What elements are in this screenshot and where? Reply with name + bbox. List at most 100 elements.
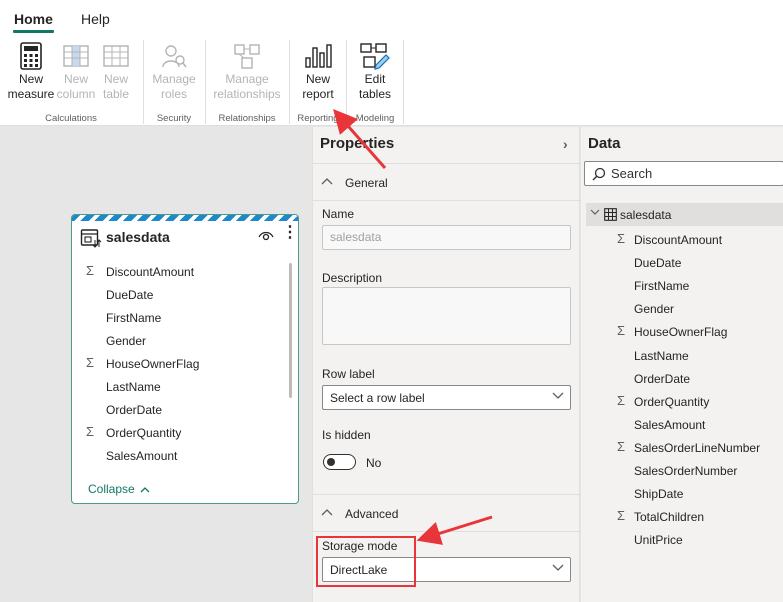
data-field-item[interactable]: SalesAmount xyxy=(634,418,705,432)
sigma-icon: Σ xyxy=(617,392,626,408)
chevron-down-icon xyxy=(552,389,564,404)
data-title: Data xyxy=(588,135,621,152)
card-field[interactable]: HouseOwnerFlag xyxy=(106,357,199,371)
group-label-reporting: Reporting xyxy=(297,113,339,124)
row-label-select[interactable]: Select a row label xyxy=(322,385,571,410)
collapse-pane-icon[interactable]: › xyxy=(563,136,568,152)
card-header-stripe xyxy=(72,215,298,221)
data-field-item[interactable]: ShipDate xyxy=(634,487,683,501)
is-hidden-label: Is hidden xyxy=(322,428,371,442)
advanced-section-label: Advanced xyxy=(345,507,399,521)
bar-chart-icon xyxy=(305,44,332,68)
new-table-label-2: table xyxy=(102,87,130,101)
data-field-item[interactable]: DiscountAmount xyxy=(634,233,722,247)
tab-home[interactable]: Home xyxy=(13,11,54,33)
table-grid-icon xyxy=(103,45,129,67)
data-field-item[interactable]: LastName xyxy=(634,349,689,363)
person-search-icon xyxy=(162,45,187,68)
data-field-item[interactable]: HouseOwnerFlag xyxy=(634,325,727,339)
row-label-label: Row label xyxy=(322,367,375,381)
name-field[interactable]: salesdata xyxy=(322,225,571,250)
data-field-item[interactable]: OrderQuantity xyxy=(634,395,709,409)
data-field-item[interactable]: SalesOrderLineNumber xyxy=(634,441,760,455)
data-field-item[interactable]: TotalChildren xyxy=(634,510,704,524)
description-field[interactable] xyxy=(322,287,571,345)
card-field[interactable]: DiscountAmount xyxy=(106,265,194,279)
sigma-icon: Σ xyxy=(617,231,626,246)
ribbon-separator xyxy=(205,40,206,124)
general-section-label: General xyxy=(345,176,388,190)
is-hidden-toggle[interactable] xyxy=(323,454,356,470)
sigma-icon: Σ xyxy=(617,508,626,524)
card-field[interactable]: SalesAmount xyxy=(106,449,177,463)
general-section-header[interactable]: General xyxy=(313,163,581,201)
card-field[interactable]: OrderDate xyxy=(106,403,162,417)
new-column-button[interactable]: New column xyxy=(55,42,97,102)
properties-pane: Properties › General Name salesdata Desc… xyxy=(312,127,581,602)
ribbon-separator xyxy=(403,40,404,124)
card-field[interactable]: FirstName xyxy=(106,311,161,325)
storage-mode-highlight xyxy=(316,536,416,587)
search-input[interactable] xyxy=(611,166,771,181)
ribbon-separator xyxy=(346,40,347,124)
edit-tables-button[interactable]: Edit tables xyxy=(352,42,398,102)
data-field-item[interactable]: DueDate xyxy=(634,256,681,270)
ribbon: Home Help New measure New column New tab… xyxy=(0,0,783,126)
data-field-item[interactable]: OrderDate xyxy=(634,372,690,386)
more-options-icon[interactable]: ⋮ xyxy=(282,225,298,241)
edit-tables-label-1: Edit xyxy=(364,72,386,86)
new-table-button[interactable]: New table xyxy=(97,42,135,102)
group-label-modeling: Modeling xyxy=(355,113,395,124)
collapse-label: Collapse xyxy=(88,482,135,496)
manage-roles-label-2: roles xyxy=(160,87,187,101)
data-field-item[interactable]: Gender xyxy=(634,302,674,316)
sigma-icon: Σ xyxy=(86,263,95,278)
manage-relationships-button[interactable]: Manage relationships xyxy=(210,42,284,102)
manage-relationships-label-1: Manage xyxy=(225,72,269,86)
card-field[interactable]: Gender xyxy=(106,334,146,348)
tree-table-salesdata[interactable]: salesdata xyxy=(586,203,783,226)
card-scrollbar[interactable] xyxy=(289,263,292,398)
row-label-value: Select a row label xyxy=(330,391,425,405)
model-canvas[interactable]: salesdata ⋮ Σ DiscountAmount DueDate FirstN… xyxy=(0,127,312,602)
description-label: Description xyxy=(322,271,383,285)
ribbon-separator xyxy=(143,40,144,124)
chevron-down-icon[interactable] xyxy=(590,207,600,220)
sigma-icon: Σ xyxy=(86,424,95,439)
is-hidden-value: No xyxy=(366,456,382,470)
card-field[interactable]: LastName xyxy=(106,380,161,394)
manage-roles-button[interactable]: Manage roles xyxy=(149,42,199,102)
new-measure-label-2: measure xyxy=(7,87,55,101)
sigma-icon: Σ xyxy=(86,355,95,370)
table-icon xyxy=(80,229,102,248)
search-box[interactable] xyxy=(584,161,783,186)
relationships-icon xyxy=(234,44,260,69)
new-measure-button[interactable]: New measure xyxy=(6,42,56,102)
table-card[interactable]: salesdata ⋮ Σ DiscountAmount DueDate FirstN… xyxy=(71,214,299,504)
card-field[interactable]: DueDate xyxy=(106,288,153,302)
group-label-calculations: Calculations xyxy=(45,113,97,124)
manage-roles-label-1: Manage xyxy=(152,72,196,86)
sigma-icon: Σ xyxy=(617,438,626,454)
new-column-label-1: New xyxy=(63,72,88,86)
new-report-button[interactable]: New report xyxy=(295,42,341,102)
calculator-icon xyxy=(20,42,42,70)
properties-title: Properties xyxy=(320,135,395,152)
edit-tables-label-2: tables xyxy=(358,87,392,101)
column-grid-icon xyxy=(63,45,89,67)
card-field[interactable]: OrderQuantity xyxy=(106,426,181,440)
new-report-label-2: report xyxy=(302,87,334,101)
advanced-section-header[interactable]: Advanced xyxy=(313,494,581,532)
data-field-item[interactable]: SalesOrderNumber xyxy=(634,464,737,478)
collapse-button[interactable]: Collapse xyxy=(88,482,150,496)
eye-icon[interactable] xyxy=(258,230,274,242)
new-column-label-2: column xyxy=(56,87,96,101)
ribbon-separator xyxy=(289,40,290,124)
name-label: Name xyxy=(322,207,355,221)
table-icon xyxy=(604,208,617,221)
chevron-up-icon xyxy=(321,505,333,519)
data-field-item[interactable]: FirstName xyxy=(634,279,689,293)
tab-help[interactable]: Help xyxy=(81,11,110,27)
new-table-label-1: New xyxy=(103,72,128,86)
data-field-item[interactable]: UnitPrice xyxy=(634,533,683,547)
